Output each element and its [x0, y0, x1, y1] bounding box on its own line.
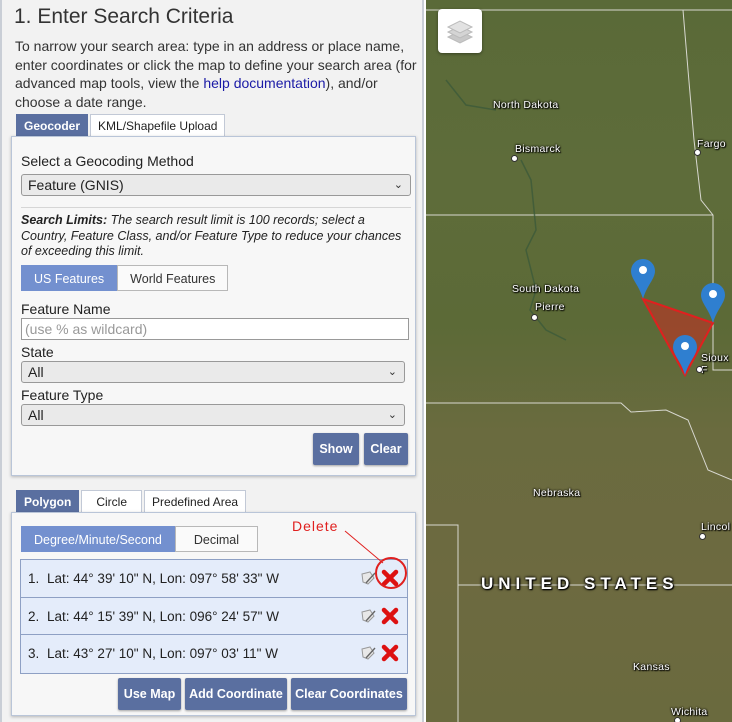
state-select[interactable]: All ⌄ — [21, 361, 405, 383]
tab-us-features[interactable]: US Features — [21, 265, 118, 291]
divider — [21, 207, 411, 208]
map-label-south-dakota: South Dakota — [512, 283, 580, 295]
map-label-pierre: Pierre — [535, 301, 565, 313]
map-label-lincoln: Lincol — [701, 521, 731, 533]
search-limits-label: Search Limits: — [21, 213, 108, 227]
feature-scope-tabs: US Features World Features — [21, 265, 229, 291]
geocoding-method-select[interactable]: Feature (GNIS) ⌄ — [21, 174, 411, 196]
delete-icon[interactable] — [381, 607, 399, 625]
tab-circle[interactable]: Circle — [81, 490, 143, 512]
add-coordinate-button[interactable]: Add Coordinate — [185, 678, 287, 710]
layers-icon — [446, 20, 474, 44]
coordinate-text: Lat: 44° 15' 39" N, Lon: 096° 24' 57" W — [47, 608, 279, 624]
top-tabs: Geocoder KML/Shapefile Upload — [16, 114, 226, 136]
tab-decimal[interactable]: Decimal — [174, 526, 259, 552]
geocoder-box: Select a Geocoding Method Feature (GNIS)… — [11, 136, 416, 476]
city-dot-wichita — [674, 717, 681, 722]
edit-icon[interactable] — [360, 608, 377, 624]
city-dot-pierre — [531, 314, 538, 321]
state-label: State — [21, 344, 54, 360]
map-overlay — [426, 9, 732, 722]
border-co — [426, 524, 459, 722]
coordinate-list: 1. Lat: 44° 39' 10" N, Lon: 097° 58' 33" … — [20, 559, 408, 674]
intro-text: To narrow your search area: type in an a… — [15, 37, 419, 111]
map-pin-center — [639, 266, 647, 274]
city-dot-bismarck — [511, 155, 518, 162]
chevron-down-icon: ⌄ — [387, 366, 397, 378]
tab-polygon[interactable]: Polygon — [16, 490, 80, 512]
map-label-fargo: Fargo — [697, 138, 726, 150]
feature-type-select[interactable]: All ⌄ — [21, 404, 405, 426]
map-label-kansas: Kansas — [633, 661, 670, 673]
map-label-united-states: UNITED STATES — [481, 574, 679, 593]
map-label-sioux-falls: Sioux F — [701, 352, 729, 376]
geocoding-method-value: Feature (GNIS) — [28, 177, 124, 193]
help-documentation-link[interactable]: help documentation — [203, 75, 325, 91]
city-dot-fargo — [694, 149, 701, 156]
map-pin-icon — [631, 259, 655, 299]
chevron-down-icon: ⌄ — [387, 409, 397, 421]
delete-annotation-label: Delete — [292, 518, 339, 534]
coordinate-number: 1. — [28, 571, 40, 586]
map-pin-icon — [673, 335, 697, 375]
feature-name-input[interactable]: (use % as wildcard) — [21, 318, 409, 340]
search-criteria-panel: 1. Enter Search Criteria To narrow your … — [0, 0, 424, 722]
city-dot-sioux-falls — [696, 366, 703, 373]
tab-predefined-area[interactable]: Predefined Area — [144, 490, 247, 512]
coordinate-format-tabs: Degree/Minute/Second Decimal — [21, 526, 259, 552]
map-label-nebraska: Nebraska — [533, 487, 581, 499]
tab-degree-minute-second[interactable]: Degree/Minute/Second — [21, 526, 175, 552]
show-button[interactable]: Show — [313, 433, 359, 465]
coordinate-row: 1. Lat: 44° 39' 10" N, Lon: 097° 58' 33" … — [21, 560, 407, 598]
map-pin-center — [709, 290, 717, 298]
coordinate-text: Lat: 43° 27' 10" N, Lon: 097° 03' 11" W — [47, 646, 278, 661]
feature-name-label: Feature Name — [21, 301, 111, 317]
edit-icon[interactable] — [360, 570, 377, 586]
use-map-button[interactable]: Use Map — [118, 678, 181, 710]
delete-icon[interactable] — [381, 569, 399, 587]
map-pin-center — [681, 342, 689, 350]
map-view[interactable]: North Dakota Bismarck Fargo South Dakota… — [426, 0, 732, 722]
edit-icon[interactable] — [360, 645, 377, 661]
map-pin-icon — [701, 283, 725, 323]
coordinate-number: 3. — [28, 646, 40, 661]
map-marker-2[interactable] — [701, 283, 725, 323]
map-label-north-dakota: North Dakota — [493, 99, 559, 111]
state-value: All — [28, 364, 44, 380]
feature-type-value: All — [28, 407, 44, 423]
map-marker-3[interactable] — [673, 335, 697, 375]
tab-kml-shapefile-upload[interactable]: KML/Shapefile Upload — [90, 114, 226, 136]
search-limits-note: Search Limits: The search result limit i… — [21, 213, 411, 260]
area-tabs: Polygon Circle Predefined Area — [16, 490, 247, 512]
clear-coordinates-button[interactable]: Clear Coordinates — [291, 678, 407, 710]
coordinate-number: 2. — [28, 608, 40, 624]
page-title: 1. Enter Search Criteria — [14, 5, 234, 28]
map-marker-1[interactable] — [631, 259, 655, 299]
map-label-bismarck: Bismarck — [515, 143, 561, 155]
coordinate-row: 3. Lat: 43° 27' 10" N, Lon: 097° 03' 11" … — [21, 635, 407, 673]
city-dot-lincoln — [699, 533, 706, 540]
border-sd-ne — [426, 402, 732, 481]
feature-type-label: Feature Type — [21, 387, 104, 403]
clear-button[interactable]: Clear — [364, 433, 408, 465]
tab-geocoder[interactable]: Geocoder — [16, 114, 89, 136]
chevron-down-icon: ⌄ — [393, 179, 403, 191]
geocoding-method-label: Select a Geocoding Method — [21, 153, 194, 169]
delete-icon[interactable] — [381, 644, 399, 662]
layers-button[interactable] — [438, 9, 482, 53]
tab-world-features[interactable]: World Features — [117, 265, 229, 291]
coordinate-row: 2. Lat: 44° 15' 39" N, Lon: 096° 24' 57" … — [21, 597, 407, 635]
coordinate-text: Lat: 44° 39' 10" N, Lon: 097° 58' 33" W — [47, 571, 279, 586]
